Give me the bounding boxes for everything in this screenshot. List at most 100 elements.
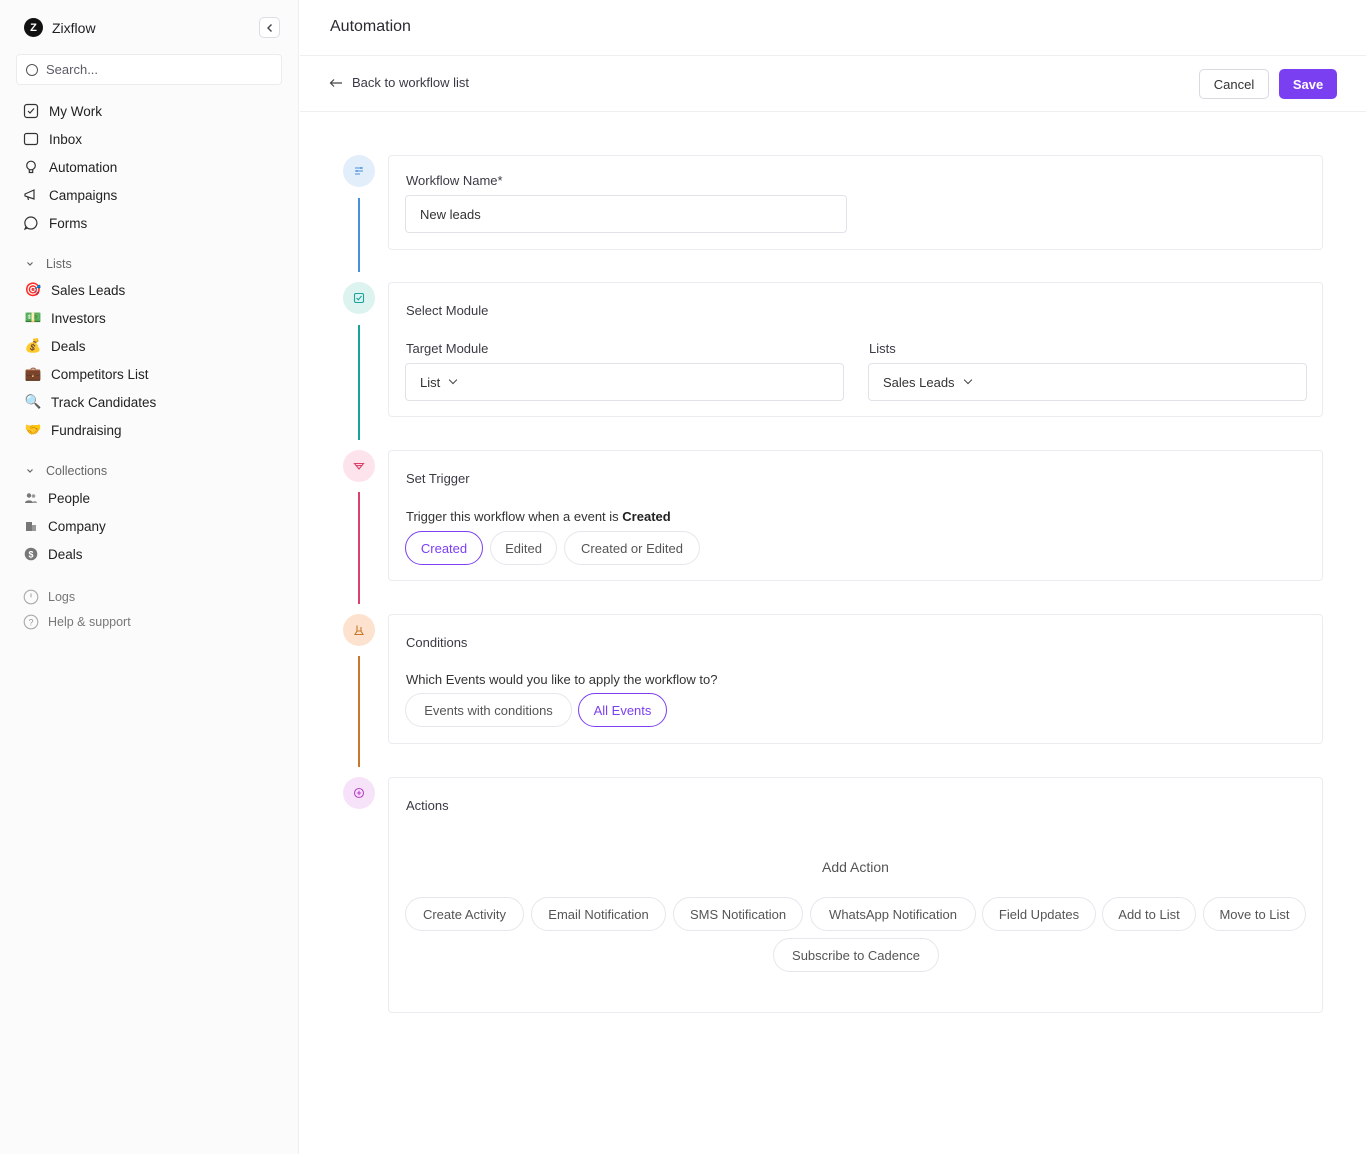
chevron-down-icon <box>963 375 972 385</box>
workflow-name-field[interactable] <box>405 195 847 233</box>
target-module-label: Target Module <box>406 341 489 356</box>
sidebar-item-label: Help & support <box>48 615 131 629</box>
actions-heading: Actions <box>406 798 449 813</box>
people-icon <box>23 490 39 506</box>
brand-name: Zixflow <box>52 19 96 36</box>
target-module-select[interactable]: List <box>405 363 844 401</box>
sidebar-item-forms[interactable]: Forms <box>23 215 87 231</box>
sidebar-item-label: Track Candidates <box>51 394 157 410</box>
actions-card: Actions Add Action Create Activity Email… <box>388 777 1323 1013</box>
svg-text:$: $ <box>28 549 33 559</box>
lists-select[interactable]: Sales Leads <box>868 363 1307 401</box>
sidebar-item-track-candidates[interactable]: 🔍 Track Candidates <box>24 394 157 410</box>
step-conditions-icon <box>343 614 375 646</box>
sidebar-item-label: People <box>48 490 91 506</box>
sidebar-item-label: Inbox <box>49 131 83 147</box>
search-box[interactable] <box>16 54 282 85</box>
step-actions-icon <box>343 777 375 809</box>
moneybag-emoji-icon: 💰 <box>24 338 42 353</box>
step-connector <box>358 325 360 440</box>
action-field-updates-button[interactable]: Field Updates <box>982 897 1096 931</box>
trigger-sentence: Trigger this workflow when a event is Cr… <box>406 509 671 524</box>
sidebar-item-label: Fundraising <box>51 422 122 438</box>
cancel-button[interactable]: Cancel <box>1199 69 1269 99</box>
chat-icon <box>23 215 39 231</box>
workflow-name-input[interactable] <box>420 206 820 222</box>
condition-option-events-with-conditions[interactable]: Events with conditions <box>405 693 572 727</box>
action-subscribe-to-cadence-button[interactable]: Subscribe to Cadence <box>773 938 939 972</box>
step-trigger-icon <box>343 450 375 482</box>
action-add-to-list-button[interactable]: Add to List <box>1102 897 1196 931</box>
step-module-icon <box>343 282 375 314</box>
collections-heading: Collections <box>46 464 108 478</box>
help-icon: ? <box>23 614 39 630</box>
target-module-value: List <box>420 374 441 390</box>
add-action-label: Add Action <box>822 859 889 875</box>
save-button[interactable]: Save <box>1279 69 1337 99</box>
page-title: Automation <box>330 18 411 35</box>
trigger-sentence-text: Trigger this workflow when a event is <box>406 509 619 524</box>
zixflow-logo-icon: Z <box>24 18 43 37</box>
sidebar-item-logs[interactable]: Logs <box>23 589 75 605</box>
toolbar-divider <box>300 111 1366 112</box>
svg-text:?: ? <box>28 617 33 627</box>
collections-section-toggle[interactable]: Collections <box>26 464 107 478</box>
conditions-card: Conditions Which Events would you like t… <box>388 614 1323 744</box>
magnifier-emoji-icon: 🔍 <box>24 394 42 409</box>
set-trigger-heading: Set Trigger <box>406 471 470 486</box>
trigger-sentence-value: Created <box>622 509 671 524</box>
conditions-question: Which Events would you like to apply the… <box>406 672 718 687</box>
sidebar: Z Zixflow My Work Inbox Automation Campa… <box>0 0 299 1154</box>
action-email-notification-button[interactable]: Email Notification <box>531 897 666 931</box>
sidebar-item-deals[interactable]: 💰 Deals <box>25 338 86 354</box>
back-to-workflow-list-link[interactable]: Back to workflow list <box>329 75 469 90</box>
conditions-heading: Conditions <box>406 635 468 650</box>
sidebar-item-sales-leads[interactable]: 🎯 Sales Leads <box>24 282 126 298</box>
action-sms-notification-button[interactable]: SMS Notification <box>673 897 803 931</box>
select-module-heading: Select Module <box>406 303 489 318</box>
sidebar-item-investors[interactable]: 💵 Investors <box>25 310 106 326</box>
sidebar-item-company[interactable]: Company <box>23 518 106 534</box>
chevron-down-icon <box>27 262 33 266</box>
sidebar-item-help[interactable]: ? Help & support <box>23 614 131 630</box>
sidebar-item-competitors-list[interactable]: 💼 Competitors List <box>25 366 149 382</box>
trigger-option-created[interactable]: Created <box>405 531 483 565</box>
sidebar-item-label: Competitors List <box>51 366 149 382</box>
step-connector <box>358 198 360 272</box>
action-move-to-list-button[interactable]: Move to List <box>1203 897 1306 931</box>
megaphone-icon <box>23 187 39 203</box>
lists-section-toggle[interactable]: Lists <box>26 257 72 271</box>
lists-value: Sales Leads <box>883 374 955 390</box>
action-whatsapp-notification-button[interactable]: WhatsApp Notification <box>810 897 976 931</box>
sidebar-item-people[interactable]: People <box>23 490 90 506</box>
sidebar-item-automation[interactable]: Automation <box>23 159 117 175</box>
arrow-left-icon <box>329 78 342 87</box>
sidebar-item-label: Campaigns <box>49 187 118 203</box>
sidebar-item-label: Logs <box>48 590 76 604</box>
chevron-down-icon <box>27 469 33 473</box>
sidebar-item-label: Automation <box>49 159 118 175</box>
sidebar-item-my-work[interactable]: My Work <box>23 103 102 119</box>
collapse-sidebar-button[interactable] <box>259 17 280 38</box>
search-input[interactable] <box>46 62 266 77</box>
action-create-activity-button[interactable]: Create Activity <box>405 897 524 931</box>
select-module-card: Select Module Target Module Lists List S… <box>388 282 1323 417</box>
sidebar-item-deals-collection[interactable]: $ Deals <box>23 546 83 562</box>
search-icon <box>26 63 38 76</box>
sidebar-item-inbox[interactable]: Inbox <box>23 131 82 147</box>
sidebar-item-campaigns[interactable]: Campaigns <box>23 187 117 203</box>
chevron-down-icon <box>448 375 458 385</box>
sidebar-item-label: Forms <box>49 215 88 231</box>
condition-option-all-events[interactable]: All Events <box>578 693 667 727</box>
step-connector <box>358 656 360 767</box>
target-emoji-icon: 🎯 <box>24 282 42 297</box>
dollar-icon: $ <box>23 546 39 562</box>
trigger-option-created-or-edited[interactable]: Created or Edited <box>564 531 700 565</box>
money-emoji-icon: 💵 <box>24 310 42 325</box>
workflow-name-label: Workflow Name* <box>406 173 503 188</box>
brand[interactable]: Z Zixflow <box>24 18 96 37</box>
trigger-option-edited[interactable]: Edited <box>490 531 557 565</box>
sidebar-item-label: My Work <box>49 103 102 119</box>
sidebar-item-label: Deals <box>51 338 86 354</box>
sidebar-item-fundraising[interactable]: 🤝 Fundraising <box>25 422 122 438</box>
